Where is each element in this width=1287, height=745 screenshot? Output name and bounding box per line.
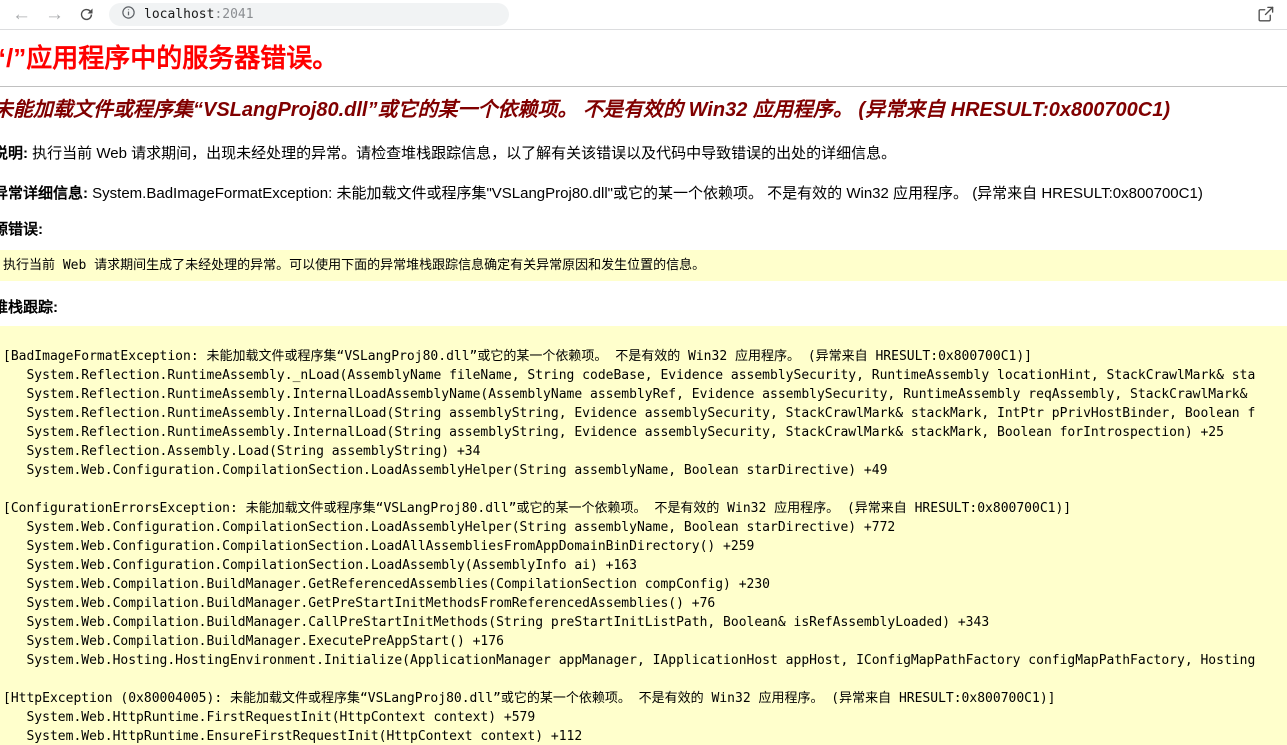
browser-window: ← → localhost:2041	[0, 0, 1287, 745]
stack-trace-text: [BadImageFormatException: 未能加载文件或程序集“VSL…	[3, 328, 1284, 745]
url-host: localhost	[144, 7, 214, 22]
source-error-label: 源错误:	[0, 218, 1287, 239]
refresh-icon[interactable]	[78, 6, 95, 23]
source-error-text: 执行当前 Web 请求期间生成了未经处理的异常。可以使用下面的异常堆栈跟踪信息确…	[3, 258, 705, 273]
browser-toolbar: ← → localhost:2041	[0, 0, 1287, 30]
exception-details-line: 异常详细信息: System.BadImageFormatException: …	[0, 182, 1287, 203]
share-icon[interactable]	[1256, 5, 1275, 24]
address-bar[interactable]: localhost:2041	[109, 3, 509, 26]
server-error-heading: “/”应用程序中的服务器错误。	[0, 44, 1287, 74]
url-text: localhost:2041	[144, 7, 254, 22]
silver-divider	[0, 86, 1287, 87]
stack-trace-box: [BadImageFormatException: 未能加载文件或程序集“VSL…	[0, 326, 1287, 745]
description-label: 说明:	[0, 145, 28, 162]
error-page: “/”应用程序中的服务器错误。 未能加载文件或程序集“VSLangProj80.…	[0, 44, 1287, 745]
exception-details-text: System.BadImageFormatException: 未能加载文件或程…	[88, 185, 1203, 202]
page-info-icon[interactable]	[121, 5, 136, 25]
exception-details-label: 异常详细信息:	[0, 185, 88, 202]
back-icon[interactable]: ←	[12, 5, 31, 24]
url-port: :2041	[214, 7, 253, 22]
description-line: 说明: 执行当前 Web 请求期间，出现未经处理的异常。请检查堆栈跟踪信息，以了…	[0, 142, 1287, 163]
stack-trace-label: 堆栈跟踪:	[0, 296, 1287, 317]
description-text: 执行当前 Web 请求期间，出现未经处理的异常。请检查堆栈跟踪信息，以了解有关该…	[28, 145, 896, 162]
source-error-box: 执行当前 Web 请求期间生成了未经处理的异常。可以使用下面的异常堆栈跟踪信息确…	[0, 250, 1287, 281]
exception-message-heading: 未能加载文件或程序集“VSLangProj80.dll”或它的某一个依赖项。 不…	[0, 98, 1287, 123]
forward-icon[interactable]: →	[45, 5, 64, 24]
